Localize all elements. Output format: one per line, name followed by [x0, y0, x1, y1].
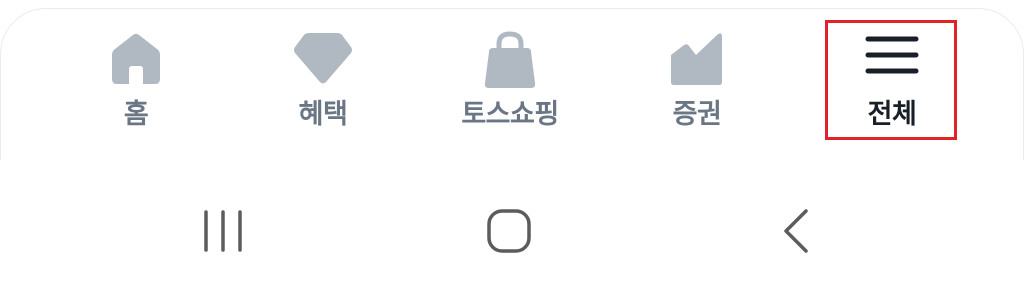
home-icon — [112, 33, 160, 84]
tab-all[interactable]: 전체 — [817, 9, 967, 149]
back-icon — [784, 209, 808, 253]
tab-benefit[interactable]: 혜택 — [248, 9, 398, 149]
recent-apps-button[interactable] — [168, 186, 278, 276]
system-home-button[interactable] — [454, 186, 564, 276]
tab-stock-label: 증권 — [672, 99, 722, 130]
bottom-tab-bar: 홈 혜택 토스쇼핑 증권 전체 — [0, 8, 1024, 160]
home-button-icon — [487, 209, 531, 253]
tab-shopping[interactable]: 토스쇼핑 — [435, 9, 585, 149]
tab-stock[interactable]: 증권 — [622, 9, 772, 149]
gem-icon — [294, 33, 352, 84]
back-button[interactable] — [742, 186, 852, 276]
system-navigation-bar — [0, 160, 1024, 289]
tab-benefit-label: 혜택 — [298, 99, 348, 130]
tab-home-label: 홈 — [123, 99, 149, 130]
tab-all-label: 전체 — [867, 99, 917, 130]
tab-home[interactable]: 홈 — [61, 9, 211, 149]
shopping-bag-icon — [484, 31, 536, 88]
stock-chart-icon — [671, 33, 722, 85]
tab-shopping-label: 토스쇼핑 — [461, 99, 559, 130]
menu-icon — [865, 36, 919, 74]
app-screen: 홈 혜택 토스쇼핑 증권 전체 — [0, 0, 1024, 289]
recent-apps-icon — [204, 210, 242, 252]
